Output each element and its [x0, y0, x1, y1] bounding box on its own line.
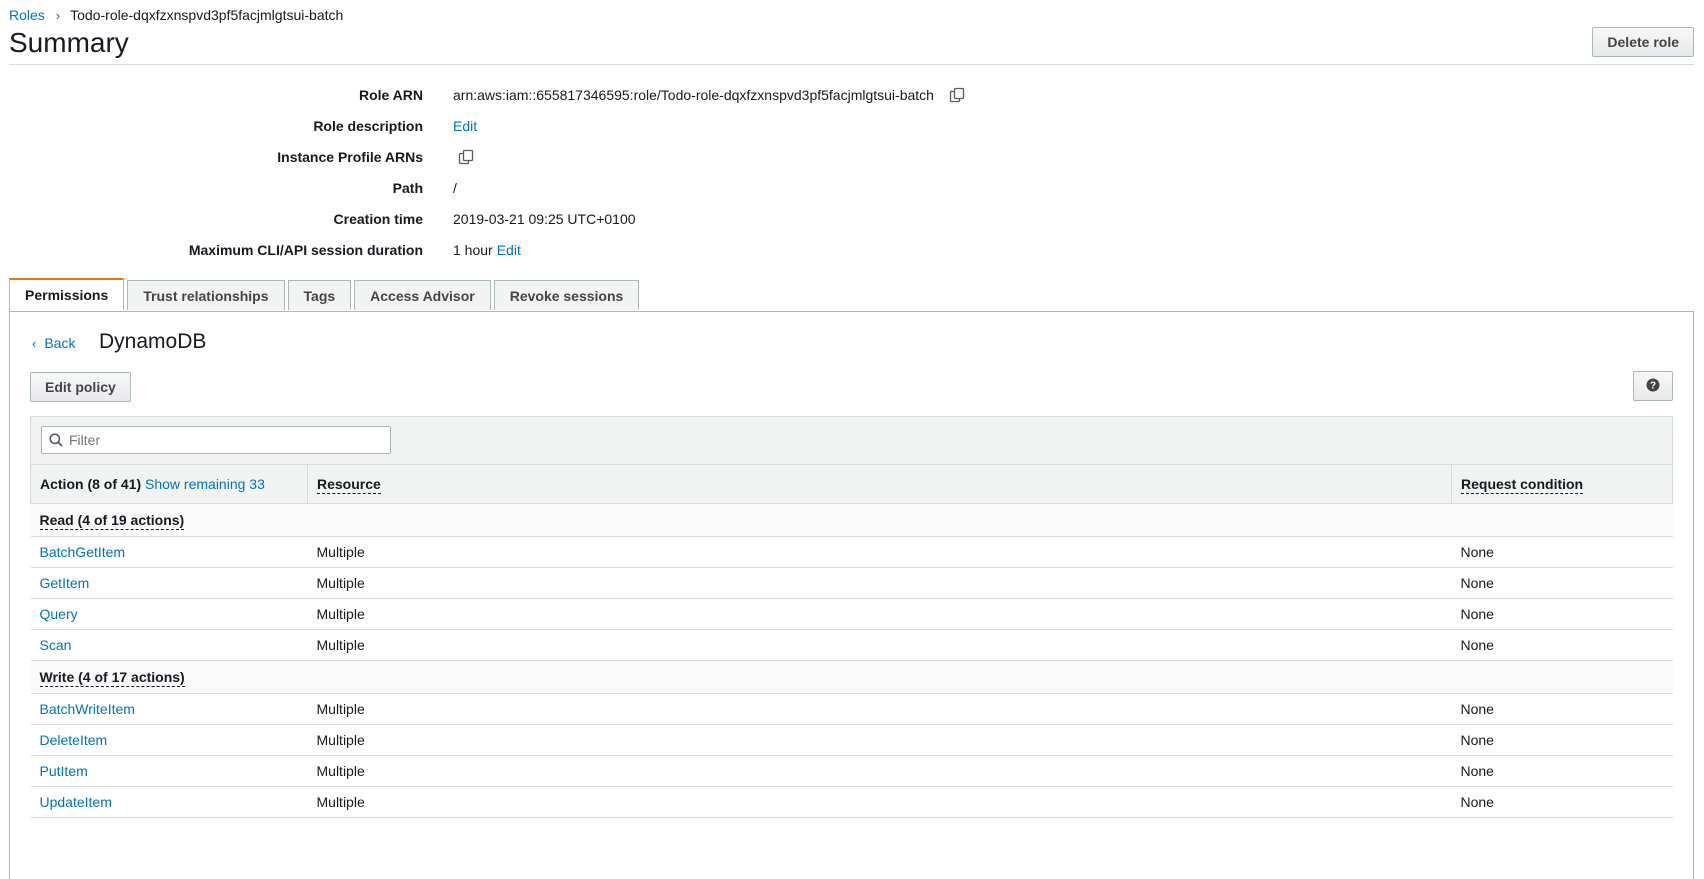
tab-bar: Permissions Trust relationships Tags Acc…	[9, 278, 640, 310]
group-row-read: Read (4 of 19 actions)	[30, 503, 1673, 537]
policy-service-title: DynamoDB	[99, 330, 207, 353]
filter-bar	[30, 416, 1673, 464]
resource-cell: Multiple	[307, 724, 1452, 756]
column-resource-label: Resource	[317, 476, 381, 494]
table-row: Scan Multiple None	[30, 629, 1673, 661]
session-duration-edit-link[interactable]: Edit	[497, 242, 521, 258]
resource-cell: Multiple	[307, 598, 1452, 630]
condition-cell: None	[1451, 598, 1673, 630]
resource-cell: Multiple	[307, 536, 1452, 568]
resource-cell: Multiple	[307, 693, 1452, 725]
back-label: Back	[44, 335, 76, 351]
tab-revoke-sessions[interactable]: Revoke sessions	[493, 280, 640, 310]
role-description-label: Role description	[313, 117, 423, 134]
table-row: BatchWriteItem Multiple None	[30, 693, 1673, 725]
action-link[interactable]: DeleteItem	[40, 732, 108, 748]
summary-row-role-arn: Role ARN arn:aws:iam::655817346595:role/…	[0, 79, 1200, 110]
resource-cell: Multiple	[307, 567, 1452, 599]
role-arn-label: Role ARN	[358, 86, 423, 103]
breadcrumb-current: Todo-role-dqxfzxnspvd3pf5facjmlgtsui-bat…	[70, 7, 344, 23]
breadcrumb: Roles › Todo-role-dqxfzxnspvd3pf5facjmlg…	[9, 7, 343, 23]
group-label[interactable]: Read (4 of 19 actions)	[39, 512, 185, 530]
permissions-panel: ‹ Back DynamoDB Edit policy ? Action (8 …	[9, 311, 1694, 879]
action-link[interactable]: UpdateItem	[40, 794, 112, 810]
role-description-edit-link[interactable]: Edit	[453, 118, 477, 134]
action-link[interactable]: GetItem	[40, 575, 90, 591]
path-label: Path	[392, 179, 423, 196]
actions-table: Action (8 of 41) Show remaining 33 Resou…	[30, 416, 1673, 818]
column-condition-label: Request condition	[1461, 476, 1584, 494]
role-summary: Role ARN arn:aws:iam::655817346595:role/…	[0, 79, 1200, 265]
filter-field[interactable]	[41, 426, 391, 454]
instance-profile-label: Instance Profile ARNs	[277, 148, 423, 165]
svg-text:?: ?	[1650, 380, 1656, 391]
chevron-right-icon: ›	[55, 7, 61, 23]
role-arn-value: arn:aws:iam::655817346595:role/Todo-role…	[453, 86, 934, 103]
table-row: UpdateItem Multiple None	[30, 786, 1673, 818]
resource-cell: Multiple	[307, 786, 1452, 818]
resource-cell: Multiple	[307, 629, 1452, 661]
copy-icon[interactable]	[948, 86, 966, 104]
session-duration-value: 1 hour	[453, 241, 493, 258]
table-row: Query Multiple None	[30, 598, 1673, 630]
creation-time-value: 2019-03-21 09:25 UTC+0100	[453, 210, 636, 227]
breadcrumb-roles-link[interactable]: Roles	[9, 7, 45, 23]
divider	[9, 64, 1694, 65]
condition-cell: None	[1451, 629, 1673, 661]
edit-policy-button[interactable]: Edit policy	[30, 372, 131, 402]
column-header-action: Action (8 of 41) Show remaining 33	[30, 464, 308, 504]
page-title: Summary	[9, 27, 129, 58]
search-icon	[49, 433, 63, 447]
show-remaining-link[interactable]: Show remaining 33	[145, 476, 265, 492]
summary-row-role-description: Role description Edit	[0, 110, 1200, 141]
tab-permissions[interactable]: Permissions	[9, 278, 125, 310]
creation-time-label: Creation time	[333, 210, 423, 227]
path-value: /	[453, 179, 457, 196]
group-row-write: Write (4 of 17 actions)	[30, 660, 1673, 694]
column-action-label: Action (8 of 41)	[40, 476, 142, 492]
tab-tags[interactable]: Tags	[287, 280, 352, 310]
help-button[interactable]: ?	[1633, 371, 1673, 401]
tab-access-advisor[interactable]: Access Advisor	[354, 280, 491, 310]
resource-cell: Multiple	[307, 755, 1452, 787]
chevron-left-icon: ‹	[32, 335, 37, 351]
condition-cell: None	[1451, 755, 1673, 787]
summary-row-creation-time: Creation time 2019-03-21 09:25 UTC+0100	[0, 203, 1200, 234]
table-row: BatchGetItem Multiple None	[30, 536, 1673, 568]
column-header-condition[interactable]: Request condition	[1451, 464, 1673, 504]
summary-row-path: Path /	[0, 172, 1200, 203]
group-label[interactable]: Write (4 of 17 actions)	[39, 669, 185, 687]
table-row: GetItem Multiple None	[30, 567, 1673, 599]
condition-cell: None	[1451, 536, 1673, 568]
condition-cell: None	[1451, 693, 1673, 725]
filter-input[interactable]	[67, 431, 371, 449]
action-link[interactable]: Query	[40, 606, 78, 622]
actions-grid: Action (8 of 41) Show remaining 33 Resou…	[30, 464, 1673, 818]
session-duration-label: Maximum CLI/API session duration	[188, 241, 423, 258]
condition-cell: None	[1451, 724, 1673, 756]
summary-row-session-duration: Maximum CLI/API session duration 1 hour …	[0, 234, 1200, 265]
table-row: PutItem Multiple None	[30, 755, 1673, 787]
condition-cell: None	[1451, 786, 1673, 818]
column-header-resource[interactable]: Resource	[307, 464, 1452, 504]
action-link[interactable]: BatchWriteItem	[40, 701, 135, 717]
action-link[interactable]: BatchGetItem	[40, 544, 126, 560]
copy-icon[interactable]	[457, 148, 475, 166]
action-link[interactable]: Scan	[40, 637, 72, 653]
condition-cell: None	[1451, 567, 1673, 599]
table-row: DeleteItem Multiple None	[30, 724, 1673, 756]
summary-row-instance-profile: Instance Profile ARNs	[0, 141, 1200, 172]
action-link[interactable]: PutItem	[40, 763, 88, 779]
tab-trust-relationships[interactable]: Trust relationships	[127, 280, 285, 310]
question-circle-icon: ?	[1646, 378, 1660, 395]
delete-role-button[interactable]: Delete role	[1592, 27, 1694, 57]
back-link[interactable]: ‹ Back	[32, 335, 75, 351]
